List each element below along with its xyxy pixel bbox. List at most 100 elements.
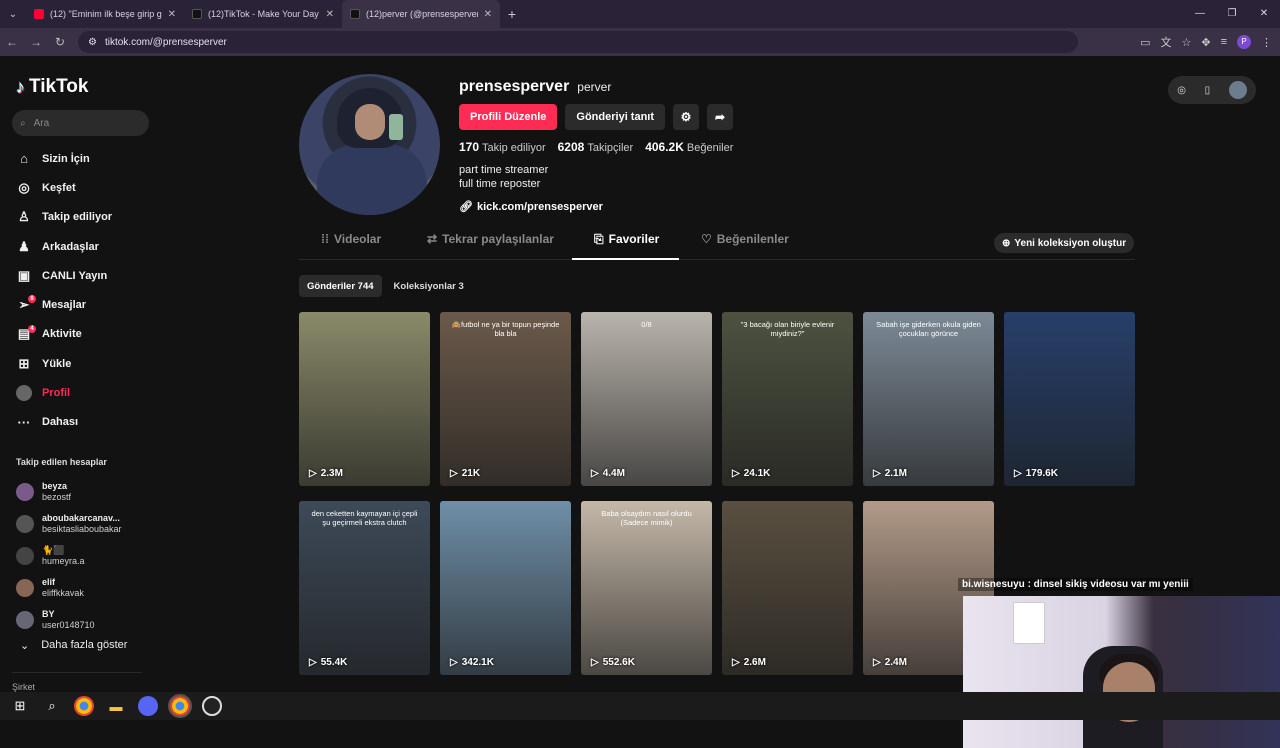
sidebar-item-label: Aktivite (42, 328, 82, 341)
discord-icon[interactable] (138, 696, 158, 716)
close-icon[interactable]: ✕ (168, 9, 176, 20)
tab-favorites[interactable]: ⎘ Favoriler (594, 232, 659, 260)
following-account[interactable]: beyza bezostf (16, 476, 156, 508)
tab-liked[interactable]: ♡ Beğenilenler (701, 232, 789, 260)
minimize-icon[interactable]: — (1184, 0, 1216, 28)
browser-profile-avatar[interactable]: P (1237, 35, 1251, 49)
cast-icon[interactable]: ▭ (1140, 36, 1150, 49)
play-icon: ▷ (873, 657, 881, 668)
translate-icon[interactable]: 文 (1160, 34, 1171, 50)
video-card[interactable]: den ceketten kaymayan içi çepli şu geçir… (299, 501, 430, 675)
chrome-icon[interactable] (168, 694, 192, 718)
show-more-button[interactable]: ⌄ Daha fazla göster (20, 639, 127, 652)
video-card[interactable]: ▷ 2.3M (299, 312, 430, 486)
compass-icon[interactable]: ◎ (1177, 85, 1186, 96)
upload-icon: ⊞ (18, 355, 30, 371)
sidebar-item-for-you[interactable]: ⌂ Sizin İçin (16, 144, 156, 173)
phone-icon[interactable]: ▯ (1205, 85, 1211, 96)
site-info-icon[interactable]: ⚙ (88, 37, 97, 48)
top-right-toolbar: ◎ ▯ (1168, 76, 1256, 104)
browser-tab-1[interactable]: (12) "Eminim ilk beşe girip grup ✕ (26, 0, 184, 28)
following-accounts-title: Takip edilen hesaplar (16, 457, 107, 467)
media-icon[interactable]: ≡ (1221, 36, 1227, 48)
video-card[interactable]: ▷ 2.6M (722, 501, 853, 675)
file-explorer-icon[interactable]: ▬ (106, 696, 126, 716)
chevron-down-icon: ⌄ (20, 640, 30, 652)
messages-badge: 8 (28, 295, 36, 304)
forward-icon[interactable]: → (24, 35, 48, 49)
following-account[interactable]: BY user0148710 (16, 604, 156, 636)
video-card[interactable]: 0/8 ▷ 4.4M (581, 312, 712, 486)
sidebar-item-following[interactable]: ♙ Takip ediliyor (16, 203, 156, 232)
following-account[interactable]: 🐈⬛ humeyra.a (16, 540, 156, 572)
followers-label: Takipçiler (587, 142, 634, 154)
video-card[interactable]: 🙈futbol ne ya bir topun peşinde bla bla ▷… (440, 312, 571, 486)
browser-tab-3[interactable]: (12)perver (@prensesperver) | T ✕ (342, 0, 500, 28)
video-card[interactable]: Sabah işe giderken okula giden çocukları… (863, 312, 994, 486)
windows-start-icon[interactable]: ⊞ (10, 696, 30, 716)
avatar[interactable] (1228, 81, 1247, 99)
tab-videos[interactable]: ⁞⁞ Videolar (321, 232, 381, 260)
video-card[interactable]: Baba olsaydım nasıl olurdu (Sadece mimik… (581, 501, 712, 675)
url-text: tiktok.com/@prensesperver (104, 36, 227, 48)
home-icon: ⌂ (20, 151, 28, 167)
account-handle: bezostf (42, 492, 72, 502)
subtab-posts[interactable]: Gönderiler 744 (299, 275, 382, 297)
company-link[interactable]: Şirket (12, 682, 35, 692)
following-account[interactable]: aboubakarcanav... besiktasliaboubakar (16, 508, 156, 540)
play-icon: ▷ (732, 657, 740, 668)
url-field[interactable]: ⚙ tiktok.com/@prensesperver (78, 31, 1078, 53)
search-input[interactable]: ⌕ Ara (12, 110, 149, 136)
close-window-icon[interactable]: ✕ (1248, 0, 1280, 28)
menu-icon[interactable]: ⋮ (1261, 36, 1272, 49)
subtab-collections[interactable]: Koleksiyonlar 3 (386, 275, 472, 297)
sidebar-item-live[interactable]: ▣ CANLI Yayın (16, 261, 156, 290)
profile-link[interactable]: 🔗︎ kick.com/prensesperver (459, 200, 603, 214)
obs-icon[interactable] (202, 696, 222, 716)
close-icon[interactable]: ✕ (484, 9, 492, 20)
sidebar-item-profile[interactable]: Profil (16, 378, 156, 407)
search-icon[interactable]: ⌕ (42, 696, 62, 716)
show-more-label: Daha fazla göster (41, 639, 128, 651)
following-stat[interactable]: 170 Takip ediliyor (459, 140, 546, 154)
view-count: ▷ 24.1K (732, 468, 770, 479)
sidebar-item-explore[interactable]: ◎ Keşfet (16, 173, 156, 202)
sidebar-item-more[interactable]: ··· Dahası (16, 408, 156, 437)
tab-reposts[interactable]: ⇄ Tekrar paylaşılanlar (427, 232, 554, 260)
account-name: elif (42, 577, 56, 587)
extensions-icon[interactable]: ✥ (1201, 36, 1210, 49)
account-name: aboubakarcanav... (42, 513, 120, 523)
video-card[interactable]: "3 bacağı olan biriyle evlenir miydiniz?… (722, 312, 853, 486)
edit-profile-button[interactable]: Profili Düzenle (459, 104, 558, 130)
video-card[interactable]: ▷ 342.1K (440, 501, 571, 675)
following-account[interactable]: elif eliffkkavak (16, 572, 156, 604)
tab-search-icon[interactable]: ⌄ (0, 0, 26, 28)
tiktok-logo[interactable]: ♪ TikTok (16, 76, 88, 98)
view-count: ▷ 179.6K (1014, 468, 1058, 479)
sidebar-item-activity[interactable]: ▤ 4 Aktivite (16, 320, 156, 349)
restore-icon[interactable]: ❐ (1216, 0, 1248, 28)
account-handle: eliffkkavak (42, 588, 84, 598)
sidebar-item-upload[interactable]: ⊞ Yükle (16, 349, 156, 378)
settings-gear-icon[interactable]: ⚙ (673, 104, 700, 130)
bookmark-star-icon[interactable]: ☆ (1181, 36, 1191, 49)
reload-icon[interactable]: ↻ (48, 35, 72, 49)
view-count: ▷ 2.6M (732, 657, 766, 668)
browser-tab-2[interactable]: (12)TikTok - Make Your Day ✕ (184, 0, 342, 28)
new-tab-button[interactable]: + (500, 6, 524, 22)
video-card[interactable]: ▷ 179.6K (1004, 312, 1135, 486)
view-count-value: 552.6K (602, 657, 635, 668)
play-icon: ▷ (309, 657, 317, 668)
back-icon[interactable]: ← (0, 35, 24, 49)
share-icon[interactable]: ➦ (707, 104, 734, 130)
sidebar-item-messages[interactable]: ➢ 8 Mesajlar (16, 290, 156, 319)
profile-avatar[interactable] (299, 74, 440, 215)
close-icon[interactable]: ✕ (326, 9, 334, 20)
promote-post-button[interactable]: Gönderiyi tanıt (565, 104, 666, 130)
new-collection-button[interactable]: ⊕ Yeni koleksiyon oluştur (994, 233, 1135, 253)
sidebar-item-friends[interactable]: ♟ Arkadaşlar (16, 232, 156, 261)
avatar (16, 611, 34, 629)
account-handle: user0148710 (42, 620, 95, 630)
chrome-icon[interactable] (74, 696, 94, 716)
followers-stat[interactable]: 6208 Takipçiler (558, 140, 634, 154)
